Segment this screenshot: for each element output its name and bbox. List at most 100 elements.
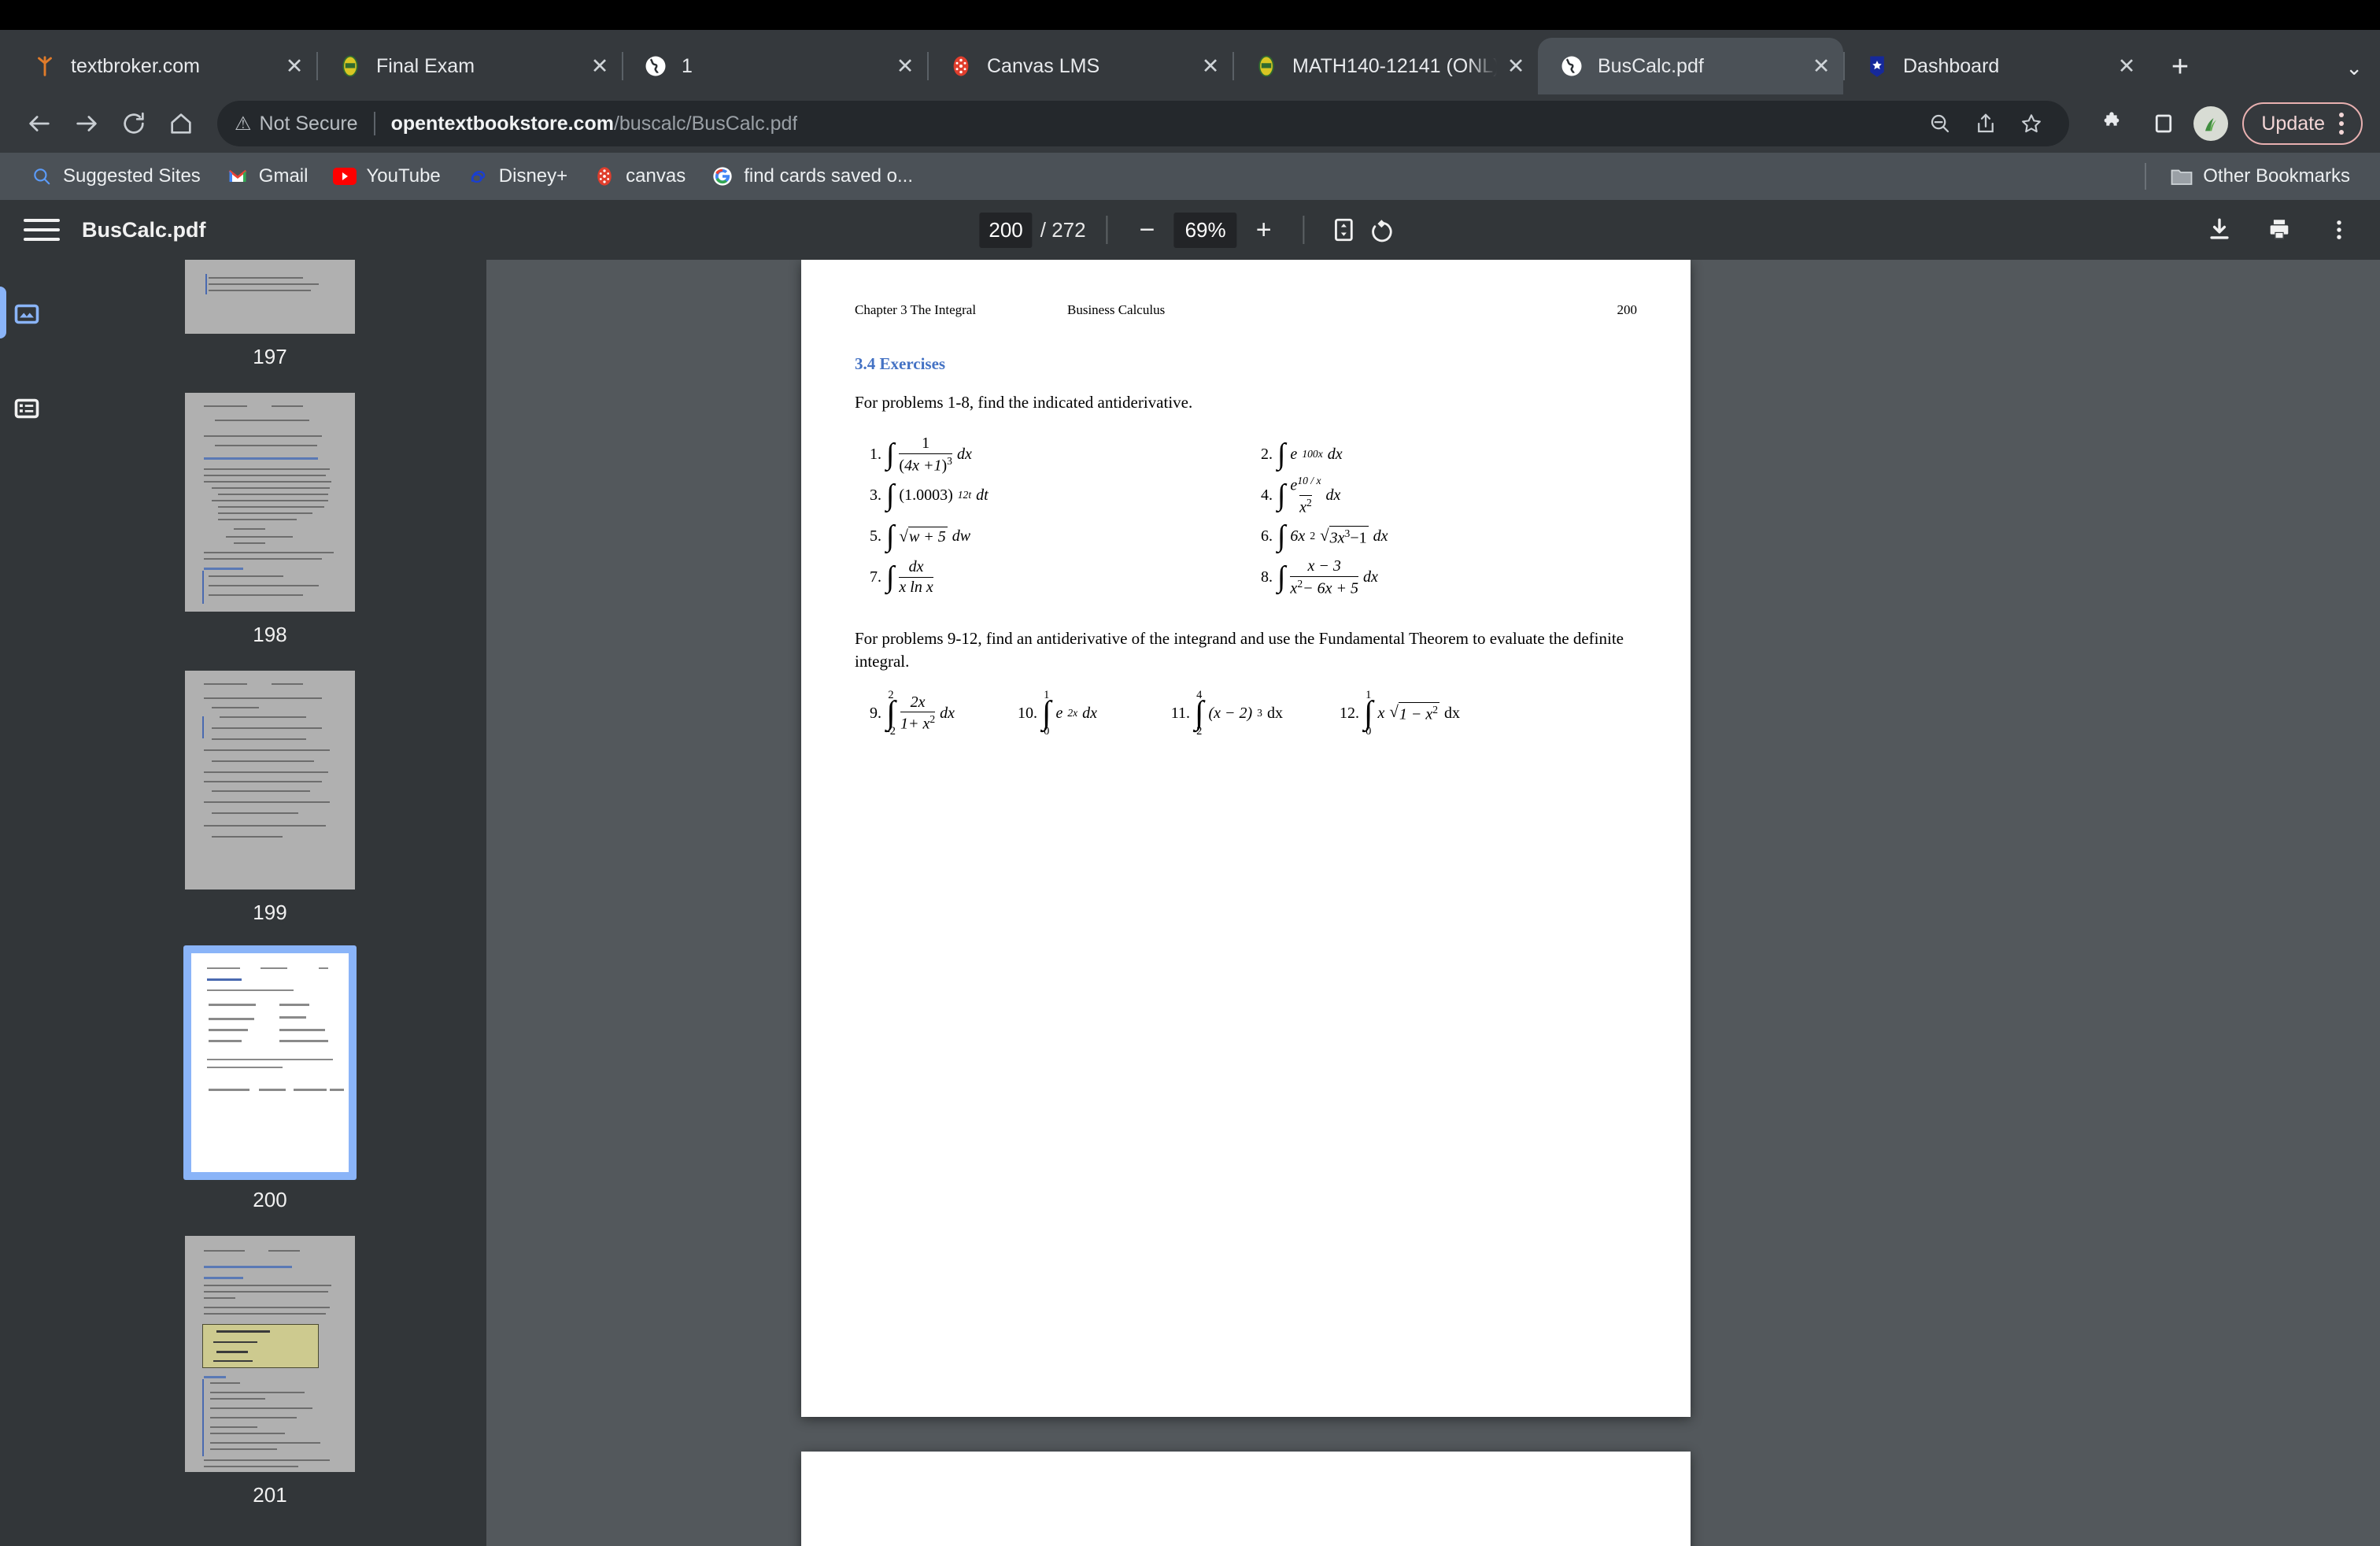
more-icon[interactable] bbox=[2322, 213, 2356, 247]
tab-separator bbox=[622, 52, 623, 80]
update-button[interactable]: Update bbox=[2242, 102, 2363, 145]
problem-4: 4. ∫ e10 / x x2 dx bbox=[1246, 475, 1637, 516]
home-icon[interactable] bbox=[159, 102, 203, 146]
thumbnail-frame[interactable] bbox=[182, 260, 358, 337]
zoom-in-button[interactable]: + bbox=[1245, 211, 1283, 249]
share-icon[interactable] bbox=[1965, 103, 2006, 144]
tab-close-button[interactable]: ✕ bbox=[2116, 55, 2138, 77]
outline-view-icon[interactable] bbox=[0, 381, 54, 436]
base-e: e bbox=[1055, 704, 1063, 722]
problem-10: 10. 1 ∫ 0 e 2x dx bbox=[1004, 689, 1154, 737]
thumbnail-frame-selected[interactable] bbox=[183, 945, 357, 1180]
thumbnail-item[interactable]: 197 bbox=[54, 260, 486, 390]
pdf-side-rail bbox=[0, 260, 54, 1546]
differential: dx bbox=[1444, 704, 1461, 722]
lower-limit: 2 bbox=[1196, 725, 1203, 738]
pdf-document-area[interactable]: Chapter 3 The Integral Business Calculus… bbox=[486, 260, 2380, 1546]
tab-close-button[interactable]: ✕ bbox=[589, 55, 611, 77]
thumbnails-view-icon[interactable] bbox=[0, 287, 54, 342]
address-bar[interactable]: ⚠ Not Secure opentextbookstore.com/busca… bbox=[217, 101, 2070, 146]
browser-tab-canvas-lms[interactable]: Canvas LMS ✕ bbox=[927, 38, 1232, 94]
browser-tab-final-exam[interactable]: Final Exam ✕ bbox=[316, 38, 622, 94]
sidebar-toggle-icon[interactable] bbox=[24, 212, 60, 248]
bookmark-suggested-sites[interactable]: Suggested Sites bbox=[17, 158, 213, 194]
tab-title: Dashboard bbox=[1903, 54, 2000, 77]
thumbnail-page-199 bbox=[185, 671, 355, 890]
radicand: w + 5 bbox=[908, 527, 946, 546]
thumbnail-item-selected[interactable]: 200 bbox=[54, 945, 486, 1233]
page-book-title: Business Calculus bbox=[1067, 302, 1166, 317]
exponent: 10 / x bbox=[1297, 474, 1321, 486]
tab-close-button[interactable]: ✕ bbox=[894, 55, 916, 77]
other-bookmarks-button[interactable]: Other Bookmarks bbox=[2157, 158, 2363, 194]
exponent: 2 bbox=[1310, 530, 1316, 542]
reload-icon[interactable] bbox=[112, 102, 156, 146]
browser-tab-textbroker[interactable]: textbroker.com ✕ bbox=[11, 38, 316, 94]
toolbar-divider bbox=[1106, 216, 1108, 244]
zoom-level-input[interactable]: 69% bbox=[1173, 212, 1237, 248]
rotate-icon[interactable] bbox=[1363, 211, 1401, 249]
differential: dx bbox=[1327, 445, 1343, 463]
thumbnail-frame[interactable] bbox=[182, 390, 358, 615]
new-tab-button[interactable]: + bbox=[2163, 52, 2197, 82]
bookmark-find-cards[interactable]: find cards saved o... bbox=[698, 158, 926, 194]
browser-tab-buscalc-pdf[interactable]: BusCalc.pdf ✕ bbox=[1538, 38, 1843, 94]
tab-search-button[interactable]: ⌄ bbox=[2345, 56, 2363, 80]
exponent: 100x bbox=[1302, 448, 1323, 460]
fraction-numerator: e bbox=[1290, 476, 1298, 494]
forward-icon[interactable] bbox=[65, 102, 109, 146]
zoom-out-button[interactable]: − bbox=[1129, 211, 1166, 249]
pdf-thumbnail-panel[interactable]: 197 198 199 200 201 bbox=[54, 260, 486, 1546]
problem-3: 3. ∫ (1.0003) 12t dt bbox=[855, 475, 1246, 516]
browser-tab-math140[interactable]: MATH140-12141 (ONL) ✕ bbox=[1232, 38, 1538, 94]
bookmark-gmail[interactable]: Gmail bbox=[213, 158, 321, 194]
problem-5: 5. ∫ √ w + 5 dw bbox=[855, 516, 1246, 557]
differential: dx bbox=[940, 704, 955, 722]
definite-integral: 4 ∫ 2 bbox=[1195, 689, 1203, 738]
download-icon[interactable] bbox=[2202, 213, 2237, 247]
tab-close-button[interactable]: ✕ bbox=[1505, 55, 1527, 77]
browser-tab-dashboard[interactable]: Dashboard ✕ bbox=[1843, 38, 2149, 94]
problems-1-8-grid: 1. ∫ 1 (4x +1)3 dx 3. ∫ (1.0003) 12t dt … bbox=[855, 434, 1637, 597]
lower-limit: -2 bbox=[886, 725, 896, 738]
gmail-icon bbox=[226, 165, 249, 188]
side-panel-icon[interactable] bbox=[2142, 102, 2186, 146]
tab-close-button[interactable]: ✕ bbox=[1810, 55, 1832, 77]
radical-sign: √ bbox=[1320, 525, 1329, 545]
tab-close-button[interactable]: ✕ bbox=[1199, 55, 1221, 77]
exponent: 2 bbox=[1432, 704, 1439, 716]
extensions-puzzle-icon[interactable] bbox=[2090, 102, 2134, 146]
base-e: e bbox=[1290, 445, 1298, 463]
profile-avatar[interactable] bbox=[2193, 106, 2229, 141]
back-icon[interactable] bbox=[17, 102, 61, 146]
problems-odd-column: 1. ∫ 1 (4x +1)3 dx 3. ∫ (1.0003) 12t dt … bbox=[855, 434, 1246, 597]
fraction-denominator: (4x +1)3 bbox=[899, 453, 952, 475]
print-icon[interactable] bbox=[2262, 213, 2297, 247]
bookmark-canvas[interactable]: canvas bbox=[580, 158, 698, 194]
thumbnail-item[interactable]: 198 bbox=[54, 390, 486, 668]
integral-sign: ∫ bbox=[1277, 478, 1286, 512]
tab-close-button[interactable]: ✕ bbox=[283, 55, 305, 77]
rail-spacer bbox=[0, 342, 54, 381]
thumbnail-frame[interactable] bbox=[182, 668, 358, 893]
url-domain: opentextbookstore.com bbox=[390, 112, 614, 135]
fit-page-icon[interactable] bbox=[1325, 211, 1363, 249]
thumbnail-item[interactable]: 201 bbox=[54, 1233, 486, 1528]
zoom-out-indicator-icon[interactable] bbox=[1920, 103, 1961, 144]
bookmark-star-icon[interactable] bbox=[2011, 103, 2052, 144]
bookmark-disney-plus[interactable]: Disney+ bbox=[453, 158, 580, 194]
bookmark-youtube[interactable]: YouTube bbox=[320, 158, 453, 194]
chrome-menu-icon[interactable] bbox=[2333, 113, 2350, 135]
fraction-denominator: 1+ x bbox=[900, 715, 930, 733]
star-badge-icon bbox=[1864, 53, 1890, 80]
browser-tab-1[interactable]: 1 ✕ bbox=[622, 38, 927, 94]
fraction-numerator: x − 3 bbox=[1307, 557, 1341, 575]
differential: dx bbox=[1082, 704, 1098, 722]
bookmark-label: Gmail bbox=[258, 165, 309, 187]
thumbnail-item[interactable]: 199 bbox=[54, 668, 486, 945]
thumbnail-frame[interactable] bbox=[182, 1233, 358, 1475]
bookmark-label: Disney+ bbox=[498, 165, 568, 187]
problem-number: 6. bbox=[1261, 527, 1273, 545]
fraction-numerator: dx bbox=[908, 558, 924, 576]
page-number-input[interactable]: 200 bbox=[979, 212, 1033, 248]
